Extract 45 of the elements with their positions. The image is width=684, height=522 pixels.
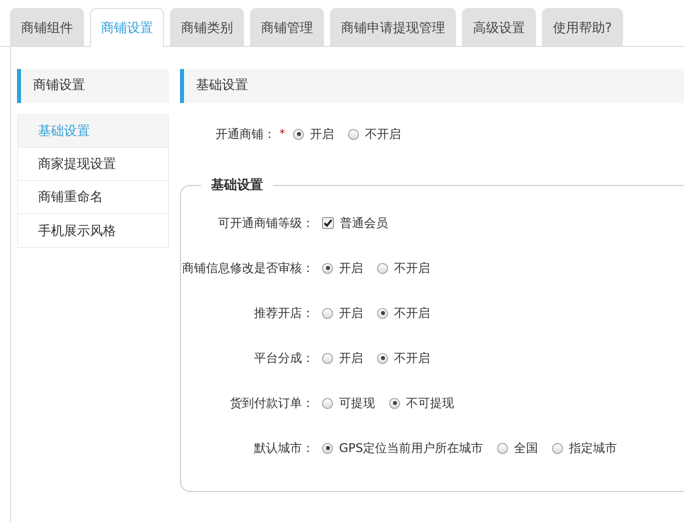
tab[interactable]: 高级设置	[462, 8, 536, 46]
option-label: 不开启	[365, 126, 401, 143]
tab[interactable]: 商铺类别	[170, 8, 244, 46]
required-mark: *	[280, 126, 285, 142]
group-title: 基础设置	[210, 177, 264, 194]
radio-button[interactable]	[322, 398, 333, 408]
option-label: 可提现	[339, 395, 375, 412]
option-label: 开启	[339, 305, 363, 322]
tab[interactable]: 商铺组件	[10, 8, 84, 46]
option-label: GPS定位当前用户所在城市	[339, 440, 484, 457]
radio-button[interactable]	[293, 128, 304, 140]
radio-button[interactable]	[377, 262, 388, 274]
radio-button[interactable]	[322, 262, 333, 274]
option-label: 普通会员	[340, 215, 388, 232]
radio-button[interactable]	[497, 442, 508, 454]
option-label: 不可提现	[406, 395, 454, 412]
field-label: 默认城市：	[254, 440, 314, 457]
tab[interactable]: 商铺申请提现管理	[330, 8, 456, 46]
radio-button[interactable]	[552, 442, 564, 454]
field-label: 货到付款订单：	[230, 395, 314, 412]
radio-button[interactable]	[322, 442, 333, 454]
radio-button[interactable]	[389, 398, 400, 408]
field-label: 开通商铺：	[216, 126, 276, 143]
sidebar-title: 商铺设置	[17, 69, 169, 103]
radio-button[interactable]	[348, 128, 359, 140]
radio-button[interactable]	[322, 308, 333, 318]
field-label: 平台分成：	[254, 350, 314, 367]
tab[interactable]: 商铺管理	[250, 8, 324, 46]
option-label: 全国	[514, 440, 538, 457]
radio-button[interactable]	[377, 352, 388, 364]
option-label: 开启	[339, 350, 363, 367]
radio-button[interactable]	[322, 352, 333, 364]
tab[interactable]: 使用帮助?	[542, 8, 623, 46]
option-label: 指定城市	[569, 440, 618, 457]
option-label: 开启	[339, 260, 363, 277]
radio-button[interactable]	[377, 308, 388, 318]
option-label: 不开启	[394, 305, 430, 322]
section-title: 基础设置	[180, 69, 684, 103]
checkbox[interactable]	[322, 217, 334, 229]
option-label: 开启	[310, 126, 334, 143]
field-label: 推荐开店：	[254, 305, 314, 322]
option-label: 不开启	[394, 260, 430, 277]
option-label: 不开启	[394, 350, 430, 367]
field-label: 商铺信息修改是否审核：	[182, 260, 314, 277]
field-label: 可开通商铺等级：	[218, 215, 314, 232]
